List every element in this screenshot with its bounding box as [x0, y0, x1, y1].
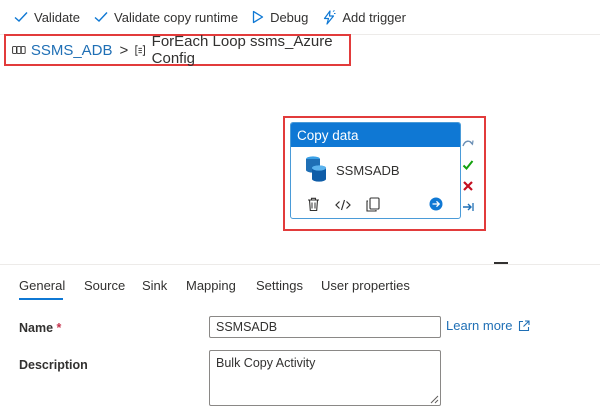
debug-button[interactable]: Debug [245, 0, 315, 34]
description-textarea[interactable]: Bulk Copy Activity [209, 350, 441, 406]
tab-sink[interactable]: Sink [142, 278, 167, 293]
name-label-text: Name [19, 321, 54, 335]
breadcrumb-pipeline-link[interactable]: SSMS_ADB [31, 42, 113, 59]
name-label: Name * [19, 321, 61, 335]
breadcrumb: SSMS_ADB > ForEach Loop ssms_Azure Confi… [4, 33, 351, 67]
activity-type-header: Copy data [291, 123, 460, 147]
description-label: Description [19, 358, 88, 372]
active-tab-indicator [19, 298, 63, 300]
description-value: Bulk Copy Activity [216, 356, 316, 370]
resize-grip-icon[interactable] [430, 395, 439, 404]
tab-general[interactable]: General [19, 278, 65, 293]
success-connector-icon[interactable] [462, 159, 474, 171]
name-input[interactable] [209, 316, 441, 338]
play-icon [252, 10, 264, 24]
failure-connector-icon[interactable] [462, 180, 474, 192]
skip-connector-icon[interactable] [462, 138, 474, 150]
go-arrow-icon[interactable] [429, 197, 443, 211]
tab-mapping[interactable]: Mapping [186, 278, 236, 293]
pipeline-icon [12, 46, 26, 54]
foreach-icon [135, 44, 146, 56]
breadcrumb-separator: > [119, 41, 129, 59]
copy-data-activity[interactable]: Copy data SSMSADB [290, 122, 461, 219]
delete-icon[interactable] [307, 197, 320, 212]
learn-more-link[interactable]: Learn more [446, 318, 531, 333]
toolbar: Validate Validate copy runtime Debug Add… [0, 0, 600, 34]
checkmark-icon [14, 12, 28, 22]
tab-source[interactable]: Source [84, 278, 125, 293]
debug-label: Debug [270, 9, 309, 25]
lightning-icon [324, 9, 336, 25]
checkmark-icon [94, 12, 108, 22]
validate-copy-runtime-button[interactable]: Validate copy runtime [87, 0, 245, 34]
external-link-icon [519, 319, 531, 331]
activity-type-label: Copy data [297, 127, 359, 143]
activity-name: SSMSADB [336, 163, 400, 178]
learn-more-label: Learn more [446, 318, 513, 333]
copy-icon[interactable] [366, 197, 380, 212]
tab-settings[interactable]: Settings [256, 278, 303, 293]
validate-copy-runtime-label: Validate copy runtime [114, 9, 239, 25]
activity-toolbar [291, 197, 460, 217]
breadcrumb-current: ForEach Loop ssms_Azure Config [151, 33, 333, 67]
tab-user-properties[interactable]: User properties [321, 278, 410, 293]
database-icon [306, 156, 326, 182]
validate-button[interactable]: Validate [0, 0, 87, 34]
properties-tabs: General Source Sink Mapping Settings Use… [0, 265, 600, 303]
code-icon[interactable] [335, 199, 351, 211]
completion-connector-icon[interactable] [462, 201, 474, 213]
add-trigger-button[interactable]: Add trigger [315, 0, 413, 34]
required-indicator: * [56, 321, 62, 335]
add-trigger-label: Add trigger [342, 9, 406, 25]
validate-label: Validate [34, 9, 81, 25]
